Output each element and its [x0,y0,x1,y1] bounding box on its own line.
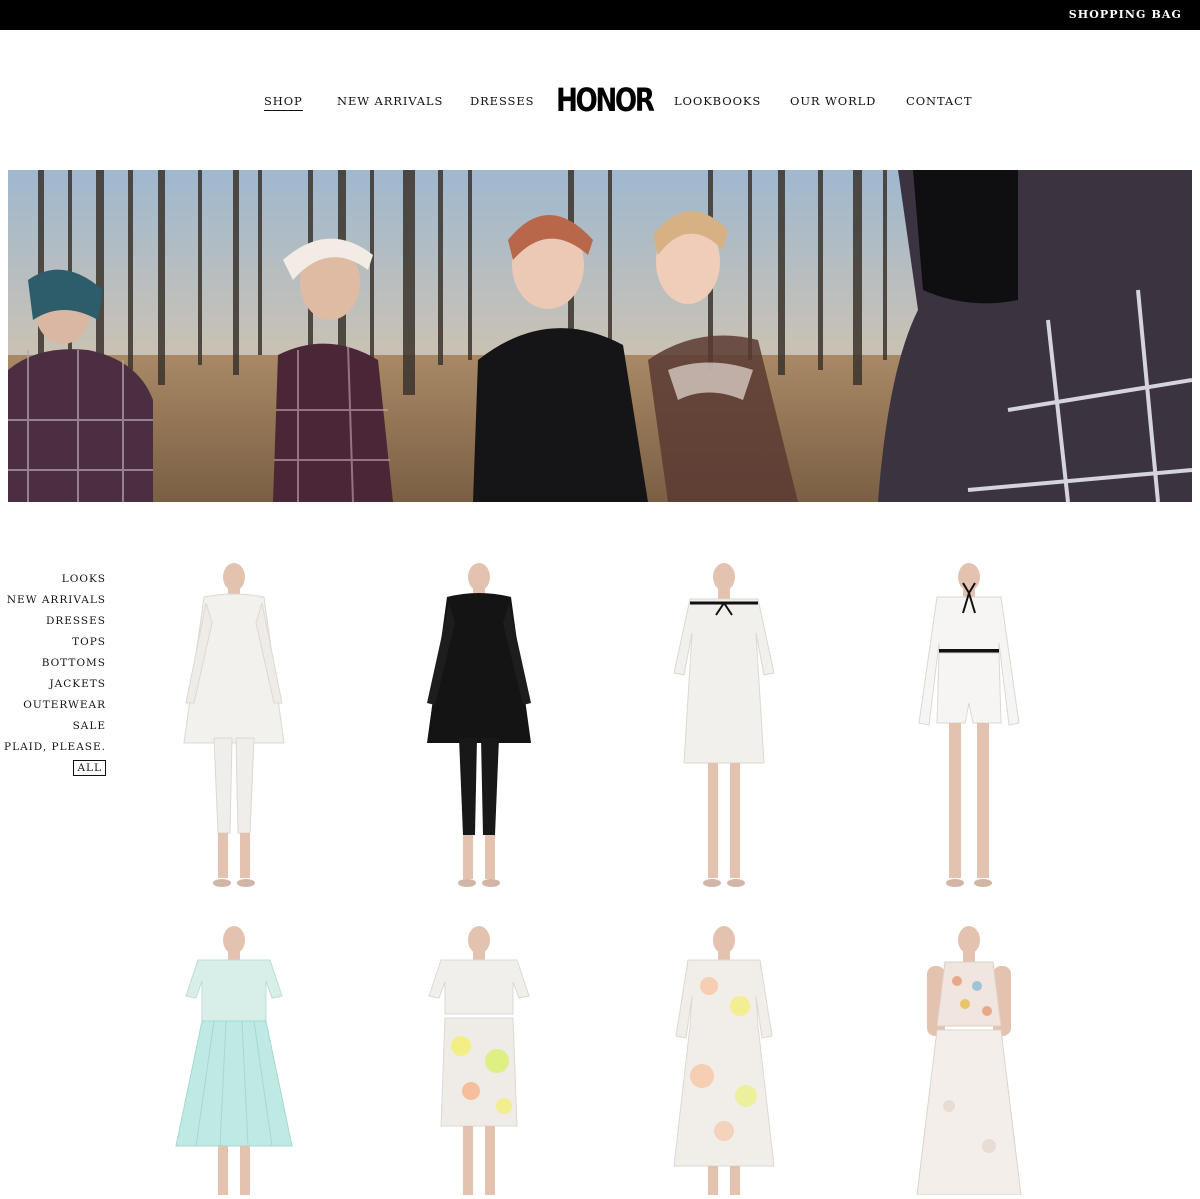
nav-contact[interactable]: CONTACT [906,94,972,108]
category-all[interactable]: ALL [73,760,106,776]
product-card[interactable] [869,563,1069,893]
hero-banner-image [8,170,1192,502]
brand-logo[interactable]: HONOR [556,80,655,120]
product-card[interactable] [379,563,579,893]
category-new-arrivals[interactable]: NEW ARRIVALS [7,594,106,606]
nav-new-arrivals[interactable]: NEW ARRIVALS [337,94,443,108]
nav-lookbooks[interactable]: LOOKBOOKS [674,94,761,108]
nav-shop[interactable]: SHOP [264,94,303,111]
nav-dresses[interactable]: DRESSES [470,94,534,108]
product-card[interactable] [624,926,824,1195]
category-looks[interactable]: LOOKS [62,573,106,585]
category-jackets[interactable]: JACKETS [49,678,106,690]
category-sale[interactable]: SALE [73,720,106,732]
product-card[interactable] [624,563,824,893]
category-bottoms[interactable]: BOTTOMS [42,657,106,669]
category-plaid-please[interactable]: PLAID, PLEASE. [4,741,106,753]
nav-our-world[interactable]: OUR WORLD [790,94,876,108]
category-dresses[interactable]: DRESSES [46,615,106,627]
category-tops[interactable]: TOPS [72,636,106,648]
top-bar: SHOPPING BAG [0,0,1200,30]
product-card[interactable] [134,563,334,893]
product-card[interactable] [869,926,1069,1196]
shopping-bag-link[interactable]: SHOPPING BAG [1069,8,1182,21]
product-card[interactable] [134,926,334,1195]
category-outerwear[interactable]: OUTERWEAR [23,699,106,711]
product-card[interactable] [379,926,579,1195]
